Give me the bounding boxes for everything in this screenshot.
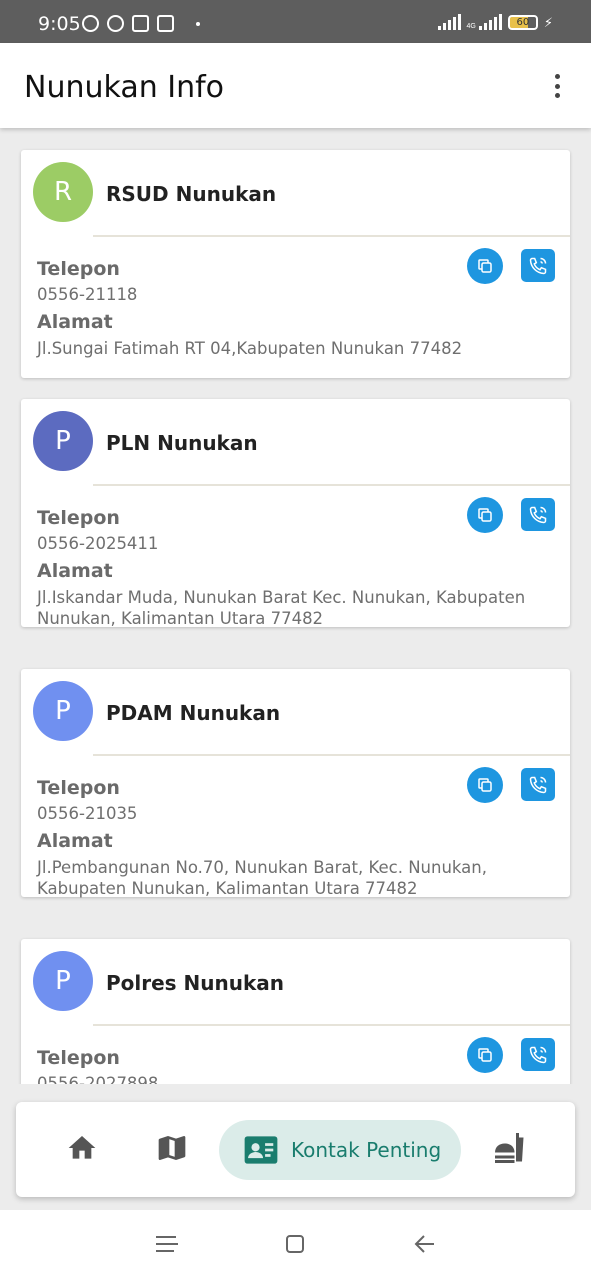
battery-icon: 60 <box>507 15 538 30</box>
address-label: Alamat <box>37 830 113 852</box>
contact-list[interactable]: R RSUD Nunukan Telepon 0556-21118 Alamat… <box>0 128 591 1084</box>
avatar: P <box>33 681 93 741</box>
home-icon <box>68 1136 96 1159</box>
copy-icon <box>478 259 492 273</box>
status-right: 4G 60 ⚡ <box>437 14 553 30</box>
call-button[interactable] <box>521 1038 555 1071</box>
contact-card: R RSUD Nunukan Telepon 0556-21118 Alamat… <box>21 150 570 378</box>
divider <box>93 754 570 756</box>
contact-name: RSUD Nunukan <box>106 182 277 206</box>
phone-number: 0556-2025411 <box>37 534 159 553</box>
bottom-navigation: Kontak Penting <box>16 1102 575 1197</box>
phone-label: Telepon <box>37 258 120 280</box>
copy-button[interactable] <box>467 248 503 284</box>
contact-card: P Polres Nunukan Telepon 0556-2027898 <box>21 939 570 1084</box>
home-button-icon[interactable] <box>285 1234 305 1254</box>
app-title: Nunukan Info <box>24 70 225 105</box>
address-label: Alamat <box>37 560 113 582</box>
more-options-button[interactable] <box>547 72 567 100</box>
copy-icon <box>478 508 492 522</box>
nav-kontak-penting[interactable]: Kontak Penting <box>219 1120 461 1180</box>
alarm-icon <box>82 15 99 32</box>
divider <box>93 235 570 237</box>
call-button[interactable] <box>521 249 555 282</box>
phone-call-icon <box>529 257 547 274</box>
phone-call-icon <box>529 776 547 793</box>
divider <box>93 1024 570 1026</box>
app-notification-icon <box>107 15 124 32</box>
network-type: 4G <box>466 23 476 30</box>
photo-notification-icon <box>157 15 174 32</box>
phone-label: Telepon <box>37 507 120 529</box>
nav-home[interactable] <box>66 1132 98 1169</box>
signal-icon <box>478 14 502 30</box>
signal-icon <box>437 14 461 30</box>
phone-label: Telepon <box>37 777 120 799</box>
status-bar: 9:05 4G 60 ⚡ <box>0 0 591 43</box>
status-time: 9:05 <box>38 13 81 35</box>
notification-icons <box>82 15 200 32</box>
contact-name: PDAM Nunukan <box>106 701 281 725</box>
copy-icon <box>478 778 492 792</box>
contact-card: P PLN Nunukan Telepon 0556-2025411 Alama… <box>21 399 570 628</box>
app-bar: Nunukan Info <box>0 43 591 128</box>
copy-button[interactable] <box>467 497 503 533</box>
nav-active-label: Kontak Penting <box>291 1138 442 1162</box>
address-text: Jl.Sungai Fatimah RT 04,Kabupaten Nunuka… <box>37 339 463 358</box>
call-button[interactable] <box>521 768 555 801</box>
more-vert-icon <box>554 74 560 79</box>
divider <box>93 484 570 486</box>
copy-icon <box>478 1048 492 1062</box>
copy-button[interactable] <box>467 1037 503 1073</box>
call-button[interactable] <box>521 498 555 531</box>
phone-number: 0556-2027898 <box>37 1074 159 1084</box>
map-icon <box>158 1136 186 1160</box>
photo-notification-icon <box>132 15 149 32</box>
phone-number: 0556-21118 <box>37 285 138 304</box>
contact-name: Polres Nunukan <box>106 971 285 995</box>
phone-number: 0556-21035 <box>37 804 138 823</box>
contact-name: PLN Nunukan <box>106 431 258 455</box>
contact-card-icon <box>244 1136 278 1164</box>
avatar: P <box>33 951 93 1011</box>
contact-card: P PDAM Nunukan Telepon 0556-21035 Alamat… <box>21 669 570 898</box>
address-label: Alamat <box>37 311 113 333</box>
back-icon[interactable] <box>413 1234 435 1254</box>
nav-food[interactable] <box>492 1130 528 1171</box>
address-text: Jl.Pembangunan No.70, Nunukan Barat, Kec… <box>37 858 487 898</box>
phone-label: Telepon <box>37 1047 120 1069</box>
charging-icon: ⚡ <box>543 15 553 30</box>
avatar: P <box>33 411 93 471</box>
system-navigation-bar <box>0 1210 591 1280</box>
address-text: Jl.Iskandar Muda, Nunukan Barat Kec. Nun… <box>37 588 526 628</box>
recent-apps-icon[interactable] <box>155 1234 179 1254</box>
avatar: R <box>33 162 93 222</box>
nav-map[interactable] <box>156 1132 188 1169</box>
phone-call-icon <box>529 1046 547 1063</box>
copy-button[interactable] <box>467 767 503 803</box>
more-notifications-icon <box>196 21 200 26</box>
food-icon <box>495 1133 524 1163</box>
phone-call-icon <box>529 506 547 523</box>
